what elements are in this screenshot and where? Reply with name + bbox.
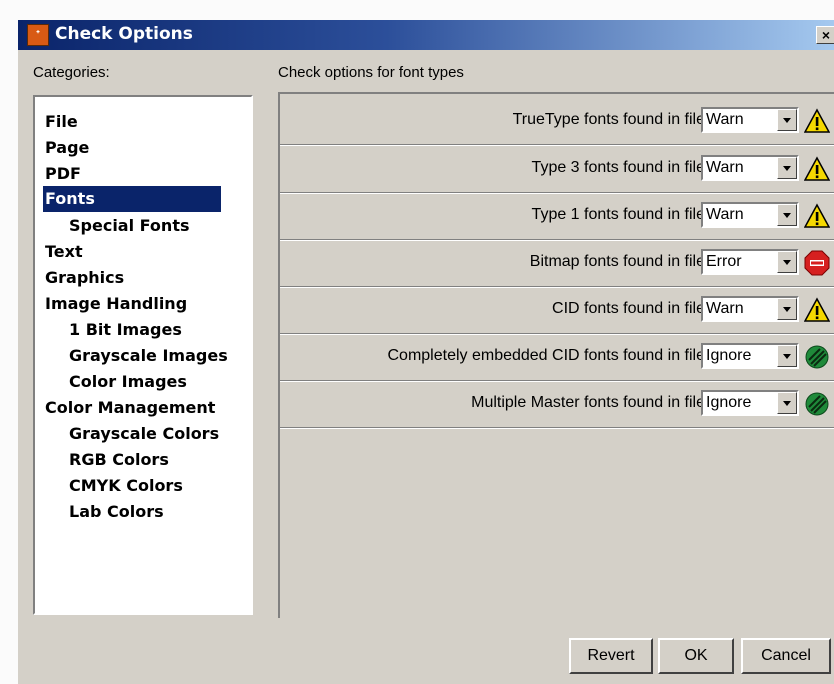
category-item-graphics[interactable]: Graphics	[45, 265, 124, 291]
ignore-icon	[805, 345, 829, 369]
severity-select[interactable]: Ignore	[701, 343, 799, 369]
option-label: Type 1 fonts found in file	[531, 206, 705, 223]
category-item-pdf[interactable]: PDF	[45, 161, 81, 187]
cancel-button[interactable]: Cancel	[741, 638, 831, 674]
category-item-page[interactable]: Page	[45, 135, 89, 161]
warning-icon	[804, 156, 830, 181]
category-item-lab-colors[interactable]: Lab Colors	[69, 499, 164, 525]
ignore-icon	[805, 392, 829, 416]
severity-value: Ignore	[706, 394, 752, 411]
severity-select[interactable]: Warn	[701, 107, 799, 133]
option-label: Bitmap fonts found in file	[529, 253, 705, 270]
severity-value: Warn	[706, 300, 744, 317]
category-item-grayscale-colors[interactable]: Grayscale Colors	[69, 421, 219, 447]
option-label: Type 3 fonts found in file	[531, 159, 705, 176]
option-label: Multiple Master fonts found in file	[471, 394, 705, 411]
app-icon: ᐩ	[27, 24, 49, 46]
category-item-rgb-colors[interactable]: RGB Colors	[69, 447, 169, 473]
category-item-file[interactable]: File	[45, 109, 78, 135]
severity-select[interactable]: Warn	[701, 296, 799, 322]
chevron-down-icon[interactable]	[777, 204, 797, 226]
options-heading: Check options for font types	[278, 64, 464, 81]
option-label: TrueType fonts found in file	[512, 111, 705, 128]
chevron-down-icon[interactable]	[777, 251, 797, 273]
severity-value: Warn	[706, 206, 744, 223]
options-panel: TrueType fonts found in file Warn Type 3…	[278, 92, 834, 618]
categories-label: Categories:	[33, 64, 110, 81]
category-item-1-bit-images[interactable]: 1 Bit Images	[69, 317, 182, 343]
option-label: Completely embedded CID fonts found in f…	[387, 347, 705, 364]
title-bar[interactable]: ᐩ Check Options ×	[18, 20, 834, 50]
close-button[interactable]: ×	[816, 26, 834, 44]
category-item-special-fonts[interactable]: Special Fonts	[69, 213, 189, 239]
option-row: TrueType fonts found in file Warn	[280, 98, 834, 145]
option-row: Bitmap fonts found in file Error	[280, 240, 834, 287]
category-item-fonts[interactable]: Fonts	[43, 186, 221, 212]
chevron-down-icon[interactable]	[777, 392, 797, 414]
severity-select[interactable]: Warn	[701, 202, 799, 228]
chevron-down-icon[interactable]	[777, 345, 797, 367]
category-item-image-handling[interactable]: Image Handling	[45, 291, 187, 317]
category-item-color-images[interactable]: Color Images	[69, 369, 187, 395]
option-row: Type 1 fonts found in file Warn	[280, 193, 834, 240]
chevron-down-icon[interactable]	[777, 157, 797, 179]
ok-button[interactable]: OK	[658, 638, 734, 674]
categories-list[interactable]: File Page PDF Fonts Special Fonts Text G…	[33, 95, 253, 615]
category-item-color-management[interactable]: Color Management	[45, 395, 215, 421]
warning-icon	[804, 203, 830, 228]
category-item-cmyk-colors[interactable]: CMYK Colors	[69, 473, 183, 499]
chevron-down-icon[interactable]	[777, 298, 797, 320]
severity-value: Warn	[706, 159, 744, 176]
option-row: Type 3 fonts found in file Warn	[280, 146, 834, 193]
category-item-text[interactable]: Text	[45, 239, 83, 265]
category-item-grayscale-images[interactable]: Grayscale Images	[69, 343, 228, 369]
severity-select[interactable]: Ignore	[701, 390, 799, 416]
severity-select[interactable]: Warn	[701, 155, 799, 181]
revert-button[interactable]: Revert	[569, 638, 653, 674]
severity-value: Ignore	[706, 347, 752, 364]
severity-select[interactable]: Error	[701, 249, 799, 275]
check-options-window: ᐩ Check Options × Categories: Check opti…	[18, 20, 834, 684]
window-title: Check Options	[55, 24, 193, 44]
chevron-down-icon[interactable]	[777, 109, 797, 131]
warning-icon	[804, 297, 830, 322]
option-label: CID fonts found in file	[552, 300, 705, 317]
warning-icon	[804, 108, 830, 133]
option-row: Completely embedded CID fonts found in f…	[280, 334, 834, 381]
stop-icon	[804, 250, 830, 276]
severity-value: Warn	[706, 111, 744, 128]
option-row: CID fonts found in file Warn	[280, 287, 834, 334]
severity-value: Error	[706, 253, 742, 270]
option-row: Multiple Master fonts found in file Igno…	[280, 381, 834, 428]
